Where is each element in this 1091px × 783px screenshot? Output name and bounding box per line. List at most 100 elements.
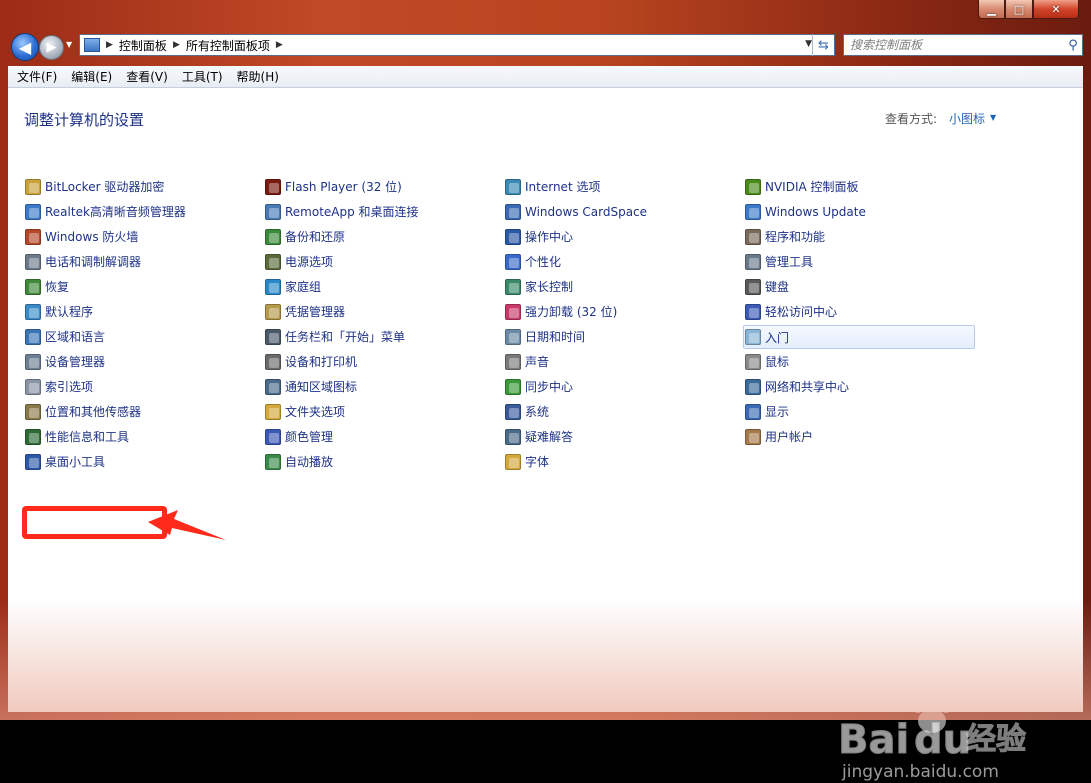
cp-item-notification[interactable]: 通知区域图标 [265,374,419,399]
cp-item-keyboard[interactable]: 键盘 [745,274,975,299]
cp-item-internet-options[interactable]: Internet 选项 [505,174,647,199]
homegroup-icon [265,278,281,295]
breadcrumb-control-panel[interactable]: 控制面板 [119,37,167,54]
cp-item-label: 位置和其他传感器 [45,405,142,419]
cp-item-gadgets[interactable]: 桌面小工具 [25,449,186,474]
back-button[interactable]: ◀ [11,33,39,61]
cp-item-fonts[interactable]: 字体 [505,449,647,474]
search-icon[interactable]: ⚲ [1064,38,1082,53]
cp-item-printers[interactable]: 设备和打印机 [265,349,419,374]
cp-item-color-management[interactable]: 颜色管理 [265,424,419,449]
cp-item-label: 备份和还原 [285,230,346,244]
cp-item-label: 日期和时间 [525,330,586,344]
region-language-icon [25,328,41,345]
cp-item-label: 设备管理器 [45,355,106,369]
cp-item-label: 电源选项 [285,255,334,269]
cp-item-indexing[interactable]: 索引选项 [25,374,186,399]
menu-file[interactable]: 文件(F) [12,68,62,85]
address-bar[interactable]: ▶ 控制面板 ▶ 所有控制面板项 ▶ ▼ [79,34,835,56]
cp-item-date-time[interactable]: 日期和时间 [505,324,647,349]
breadcrumb-separator-icon[interactable]: ▶ [106,40,113,50]
minimize-button[interactable]: ▁ [978,0,1005,19]
phone-modem-icon [25,253,41,270]
ease-of-access-icon [745,303,761,320]
search-box[interactable]: ⚲ [843,34,1083,56]
cp-item-label: 显示 [765,405,790,419]
getting-started-icon [745,329,761,345]
cp-item-device-manager[interactable]: 设备管理器 [25,349,186,374]
breadcrumb-all-items[interactable]: 所有控制面板项 [186,37,270,54]
cp-item-sound[interactable]: 声音 [505,349,647,374]
close-button[interactable]: ✕ [1033,0,1079,19]
cp-item-ease-of-access[interactable]: 轻松访问中心 [745,299,975,324]
page-title: 调整计算机的设置 [24,111,145,129]
menu-view[interactable]: 查看(V) [121,68,173,85]
cp-item-homegroup[interactable]: 家庭组 [265,274,419,299]
cp-item-credential[interactable]: 凭据管理器 [265,299,419,324]
cp-item-autoplay[interactable]: 自动播放 [265,449,419,474]
parental-control-icon [505,278,521,295]
cp-item-cardspace[interactable]: Windows CardSpace [505,199,647,224]
refresh-icon[interactable]: ⇆ [812,34,834,56]
cp-item-user-accounts[interactable]: 用户帐户 [745,424,975,449]
cp-item-label: 轻松访问中心 [765,305,838,319]
cp-item-mouse[interactable]: 鼠标 [745,349,975,374]
cp-item-label: 索引选项 [45,380,94,394]
cp-item-flash[interactable]: Flash Player (32 位) [265,174,419,199]
watermark-brand: Bai [838,717,909,763]
cp-item-network-sharing[interactable]: 网络和共享中心 [745,374,975,399]
cp-item-taskbar[interactable]: 任务栏和「开始」菜单 [265,324,419,349]
cp-item-location-sensors[interactable]: 位置和其他传感器 [25,399,186,424]
cp-item-troubleshooting[interactable]: 疑难解答 [505,424,647,449]
personalization-icon [505,253,521,270]
menu-edit[interactable]: 编辑(E) [66,68,117,85]
location-sensor-icon [25,403,41,420]
view-by-dropdown[interactable]: 小图标 [949,110,985,127]
cp-item-display[interactable]: 显示 [745,399,975,424]
cp-item-bitlocker[interactable]: BitLocker 驱动器加密 [25,174,186,199]
firewall-icon [25,228,41,245]
cp-item-region-language[interactable]: 区域和语言 [25,324,186,349]
cp-item-default-programs[interactable]: 默认程序 [25,299,186,324]
default-programs-icon [25,303,41,320]
cp-item-phone-modem[interactable]: 电话和调制解调器 [25,249,186,274]
cp-item-action-center[interactable]: 操作中心 [505,224,647,249]
cp-item-performance[interactable]: 性能信息和工具 [25,424,186,449]
cp-item-firewall[interactable]: Windows 防火墙 [25,224,186,249]
cp-item-programs-features[interactable]: 程序和功能 [745,224,975,249]
cp-item-parental-control[interactable]: 家长控制 [505,274,647,299]
search-input[interactable] [844,35,1064,55]
cp-item-uninstaller[interactable]: 强力卸载 (32 位) [505,299,647,324]
cp-item-power[interactable]: 电源选项 [265,249,419,274]
menu-help[interactable]: 帮助(H) [232,68,284,85]
cp-item-admin-tools[interactable]: 管理工具 [745,249,975,274]
windows-update-icon [745,203,761,220]
date-time-icon [505,328,521,345]
cp-item-recovery[interactable]: 恢复 [25,274,186,299]
cp-item-windows-update[interactable]: Windows Update [745,199,975,224]
menu-tools[interactable]: 工具(T) [177,68,228,85]
view-by-chevron-down-icon[interactable]: ▼ [990,113,996,122]
cp-item-getting-started[interactable]: 入门 [743,325,975,349]
recent-pages-chevron-down-icon[interactable]: ▼ [66,40,72,49]
cp-item-backup[interactable]: 备份和还原 [265,224,419,249]
cp-item-folder-options[interactable]: 文件夹选项 [265,399,419,424]
address-dropdown-icon[interactable]: ▼ [805,39,812,49]
cp-item-nvidia[interactable]: NVIDIA 控制面板 [745,174,975,199]
forward-button[interactable]: ▶ [39,35,64,60]
highlight-annotation-arrow [148,510,226,540]
cp-item-label: NVIDIA 控制面板 [765,180,859,194]
cp-item-realtek-audio[interactable]: Realtek高清晰音频管理器 [25,199,186,224]
breadcrumb-separator-icon[interactable]: ▶ [276,40,283,50]
cp-item-remoteapp[interactable]: RemoteApp 和桌面连接 [265,199,419,224]
breadcrumb-separator-icon[interactable]: ▶ [173,40,180,50]
admin-tools-icon [745,253,761,270]
cp-item-personalization[interactable]: 个性化 [505,249,647,274]
content-area: 调整计算机的设置 查看方式: 小图标 ▼ BitLocker 驱动器加密 Rea… [8,88,1083,782]
cp-item-label: 键盘 [765,280,790,294]
cp-item-system[interactable]: 系统 [505,399,647,424]
flash-icon [265,178,281,195]
title-bar: ▁ □ ✕ [0,0,1091,30]
cp-item-sync-center[interactable]: 同步中心 [505,374,647,399]
maximize-button[interactable]: □ [1005,0,1033,19]
